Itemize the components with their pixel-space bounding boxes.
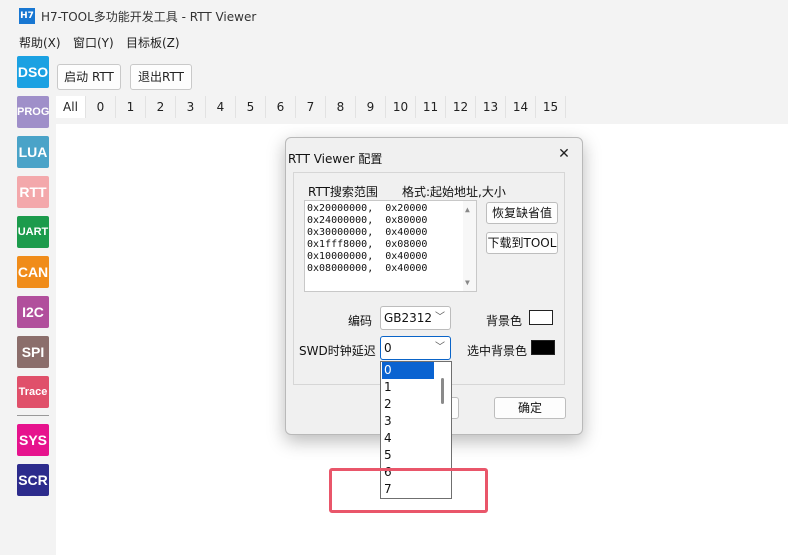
tab-channel-12[interactable]: 12 <box>446 96 476 118</box>
sidebar-dso-label: DSO <box>17 64 49 80</box>
range-line: 0x30000000, 0x40000 <box>307 227 428 238</box>
bg-color-label: 背景色 <box>486 314 523 328</box>
sidebar-prog-label: PROG <box>17 106 50 118</box>
range-line: 0x1fff8000, 0x08000 <box>307 239 428 250</box>
sidebar-scr-button[interactable]: SCR <box>17 464 49 496</box>
tab-channel-14[interactable]: 14 <box>506 96 536 118</box>
tab-all[interactable]: All <box>56 96 86 118</box>
download-to-tool-button[interactable]: 下载到TOOL <box>486 232 558 254</box>
tab-channel-8[interactable]: 8 <box>326 96 356 118</box>
sidebar-can-label: CAN <box>17 264 49 280</box>
sidebar-rtt-label: RTT <box>19 184 47 200</box>
title-bar: H7 H7-TOOL多功能开发工具 - RTT Viewer <box>0 0 788 32</box>
scroll-down-icon[interactable]: ▼ <box>465 277 470 289</box>
chevron-down-icon: ﹀ <box>435 312 445 323</box>
sidebar-divider <box>17 415 49 416</box>
swd-option[interactable]: 2 <box>382 396 434 413</box>
tab-channel-5[interactable]: 5 <box>236 96 266 118</box>
highlight-box <box>329 468 488 513</box>
tab-channel-6[interactable]: 6 <box>266 96 296 118</box>
tab-channel-1[interactable]: 1 <box>116 96 146 118</box>
range-line: 0x08000000, 0x40000 <box>307 263 428 274</box>
scroll-up-icon[interactable]: ▲ <box>465 204 470 216</box>
tab-channel-15[interactable]: 15 <box>536 96 566 118</box>
tab-channel-10[interactable]: 10 <box>386 96 416 118</box>
swd-option[interactable]: 1 <box>382 379 434 396</box>
range-label: RTT搜索范围 <box>308 185 378 199</box>
dropdown-scroll-thumb[interactable] <box>441 378 444 404</box>
sidebar-sys-label: SYS <box>18 432 47 448</box>
sidebar-i2c-button[interactable]: I2C <box>17 296 49 328</box>
encoding-value: GB2312 <box>384 311 433 325</box>
swd-delay-label: SWD时钟延迟 <box>299 344 376 358</box>
tab-channel-7[interactable]: 7 <box>296 96 326 118</box>
sidebar-can-button[interactable]: CAN <box>17 256 49 288</box>
sidebar-prog-button[interactable]: PROG <box>17 96 49 128</box>
ok-button[interactable]: 确定 <box>494 397 566 419</box>
chevron-down-icon: ﹀ <box>435 342 445 353</box>
tab-channel-11[interactable]: 11 <box>416 96 446 118</box>
sidebar-uart-label: UART <box>17 226 49 238</box>
sidebar-i2c-label: I2C <box>22 304 44 320</box>
window-title: H7-TOOL多功能开发工具 - RTT Viewer <box>41 10 257 24</box>
exit-rtt-button[interactable]: 退出RTT <box>130 64 192 90</box>
range-line: 0x20000000, 0x20000 <box>307 203 428 214</box>
sidebar-rtt-button[interactable]: RTT <box>17 176 49 208</box>
sidebar-trace-label: Trace <box>18 386 48 398</box>
sel-bg-color-swatch[interactable] <box>531 340 555 355</box>
range-line: 0x24000000, 0x80000 <box>307 215 428 226</box>
restore-default-button[interactable]: 恢复缺省值 <box>486 202 558 224</box>
sidebar-lua-label: LUA <box>18 144 48 160</box>
tab-channel-0[interactable]: 0 <box>86 96 116 118</box>
sidebar-dso-button[interactable]: DSO <box>17 56 49 88</box>
swd-delay-select[interactable]: 0 ﹀ <box>380 336 451 360</box>
menu-bar: 帮助(X) 窗口(Y) 目标板(Z) <box>0 32 788 52</box>
encoding-select[interactable]: GB2312 ﹀ <box>380 306 451 330</box>
bg-color-swatch[interactable] <box>529 310 553 325</box>
swd-option[interactable]: 0 <box>382 362 434 379</box>
encoding-label: 编码 <box>348 314 373 328</box>
sidebar-trace-button[interactable]: Trace <box>17 376 49 408</box>
tab-channel-3[interactable]: 3 <box>176 96 206 118</box>
tab-channel-13[interactable]: 13 <box>476 96 506 118</box>
sidebar-uart-button[interactable]: UART <box>17 216 49 248</box>
sidebar-sys-button[interactable]: SYS <box>17 424 49 456</box>
swd-option[interactable]: 5 <box>382 447 434 464</box>
swd-delay-value: 0 <box>384 341 392 355</box>
swd-option[interactable]: 3 <box>382 413 434 430</box>
range-line: 0x10000000, 0x40000 <box>307 251 428 262</box>
close-icon[interactable]: ✕ <box>554 144 574 164</box>
dialog-title: RTT Viewer 配置 <box>288 152 383 166</box>
sel-bg-color-label: 选中背景色 <box>467 344 528 358</box>
menu-window[interactable]: 窗口(Y) <box>73 34 114 51</box>
sidebar-scr-label: SCR <box>18 472 48 488</box>
format-label: 格式:起始地址,大小 <box>402 185 506 199</box>
sidebar: DSO PROG LUA RTT UART CAN I2C SPI Trace … <box>0 52 56 555</box>
swd-option[interactable]: 4 <box>382 430 434 447</box>
app-icon: H7 <box>19 8 35 24</box>
menu-target-board[interactable]: 目标板(Z) <box>126 34 180 51</box>
tab-channel-2[interactable]: 2 <box>146 96 176 118</box>
sidebar-spi-label: SPI <box>21 344 45 360</box>
start-rtt-button[interactable]: 启动 RTT <box>57 64 121 90</box>
range-scrollbar[interactable]: ▲ ▼ <box>463 201 476 291</box>
sidebar-spi-button[interactable]: SPI <box>17 336 49 368</box>
tab-channel-9[interactable]: 9 <box>356 96 386 118</box>
range-textarea[interactable]: 0x20000000, 0x20000 0x24000000, 0x80000 … <box>304 200 477 292</box>
menu-help[interactable]: 帮助(X) <box>19 34 61 51</box>
sidebar-lua-button[interactable]: LUA <box>17 136 49 168</box>
tab-channel-4[interactable]: 4 <box>206 96 236 118</box>
